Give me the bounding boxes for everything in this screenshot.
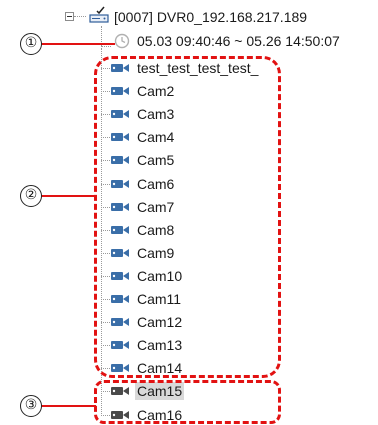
recording-time-range[interactable]: 05.03 09:40:46 ~ 05.26 14:50:07	[137, 32, 340, 50]
tree-connector-root-branch	[101, 46, 111, 47]
callout-2: ②	[20, 185, 42, 207]
callout-1: ①	[20, 33, 42, 55]
tree-connector-collapse	[74, 16, 86, 17]
callout-1-pointer	[40, 43, 115, 45]
callout-2-pointer	[40, 195, 96, 197]
dvr-node-label[interactable]: [0007] DVR0_192.168.217.189	[114, 8, 307, 26]
collapse-toggle[interactable]	[65, 12, 74, 21]
callout-3: ③	[20, 395, 42, 417]
inactive-cameras-highlight	[94, 380, 281, 424]
clock-icon	[114, 33, 130, 49]
active-cameras-highlight	[94, 56, 281, 378]
dvr-icon	[89, 6, 109, 23]
callout-3-pointer	[40, 405, 96, 407]
